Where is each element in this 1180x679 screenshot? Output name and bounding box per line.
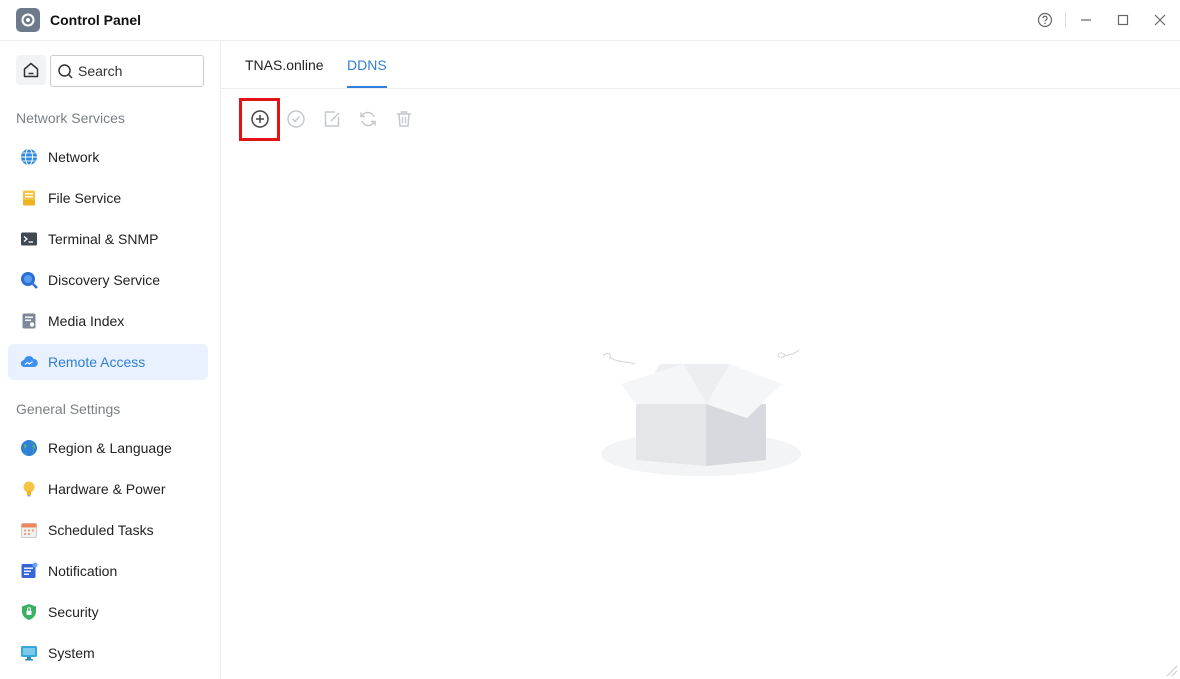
sidebar-item-label: Hardware & Power [48, 481, 166, 497]
home-button[interactable] [16, 55, 46, 85]
enable-check-icon [287, 110, 305, 128]
empty-box-icon [601, 349, 801, 476]
sidebar-item-label: Media Index [48, 313, 125, 329]
search-box[interactable] [50, 55, 204, 87]
sidebar-item-file-service[interactable]: File Service [8, 180, 208, 216]
close-icon[interactable] [1152, 12, 1168, 28]
globe-icon [21, 148, 37, 166]
edit-button[interactable] [321, 108, 343, 130]
sidebar: Network Services Network File Service Te… [0, 41, 221, 679]
title-separator [1065, 12, 1066, 28]
cloud-icon [20, 356, 38, 368]
sidebar-item-label: Discovery Service [48, 272, 161, 288]
sidebar-item-remote-access[interactable]: Remote Access [8, 344, 208, 380]
sidebar-item-label: System [48, 645, 95, 661]
bulb-icon [23, 481, 35, 497]
sidebar-item-label: Network [48, 149, 100, 165]
highlight-box [239, 98, 280, 141]
refresh-button[interactable] [357, 108, 379, 130]
media-index-icon [22, 313, 36, 329]
search-input[interactable] [78, 57, 198, 85]
tab-bar: TNAS.online DDNS [221, 41, 1180, 89]
notification-icon [21, 562, 38, 578]
sidebar-item-scheduled-tasks[interactable]: Scheduled Tasks [8, 512, 208, 548]
sidebar-item-notification[interactable]: Notification [8, 553, 208, 589]
region-globe-icon [21, 440, 37, 456]
sidebar-item-terminal-snmp[interactable]: Terminal & SNMP [8, 221, 208, 257]
folder-icon [23, 190, 35, 206]
sidebar-item-label: File Service [48, 190, 122, 206]
sidebar-item-label: Notification [48, 563, 118, 579]
enable-button[interactable] [285, 108, 307, 130]
search-icon [58, 64, 73, 79]
help-icon[interactable] [1037, 12, 1053, 28]
tab-tnas-online[interactable]: TNAS.online [245, 57, 324, 73]
sidebar-item-label: Security [48, 604, 99, 620]
tab-ddns[interactable]: DDNS [347, 57, 387, 73]
delete-icon [397, 111, 411, 127]
refresh-icon [360, 111, 376, 127]
title-bar: Control Panel [0, 0, 1180, 41]
discovery-icon [21, 272, 38, 289]
sidebar-item-label: Terminal & SNMP [48, 231, 159, 247]
group-label-general-settings: General Settings [16, 401, 121, 417]
sidebar-item-system[interactable]: System [8, 635, 208, 671]
sidebar-item-discovery-service[interactable]: Discovery Service [8, 262, 208, 298]
sidebar-item-region-language[interactable]: Region & Language [8, 430, 208, 466]
delete-button[interactable] [393, 108, 415, 130]
sidebar-item-security[interactable]: Security [8, 594, 208, 630]
sidebar-item-network[interactable]: Network [8, 139, 208, 175]
calendar-icon [21, 523, 37, 538]
main-panel: TNAS.online DDNS [221, 41, 1180, 679]
sidebar-item-media-index[interactable]: Media Index [8, 303, 208, 339]
sidebar-item-label: Region & Language [48, 440, 172, 456]
resize-grip-icon[interactable] [1162, 661, 1178, 677]
active-tab-indicator [347, 86, 387, 88]
window-title: Control Panel [50, 12, 142, 28]
group-label-network-services: Network Services [16, 110, 125, 126]
sidebar-item-label: Remote Access [48, 354, 146, 370]
minimize-icon[interactable] [1078, 12, 1094, 28]
edit-icon [324, 111, 340, 127]
settings-gear-icon [16, 8, 40, 32]
home-icon [23, 62, 39, 78]
terminal-icon [21, 232, 37, 246]
monitor-icon [21, 646, 37, 661]
sidebar-item-label: Scheduled Tasks [48, 522, 154, 538]
sidebar-item-hardware-power[interactable]: Hardware & Power [8, 471, 208, 507]
shield-icon [22, 604, 36, 620]
maximize-icon[interactable] [1115, 12, 1131, 28]
